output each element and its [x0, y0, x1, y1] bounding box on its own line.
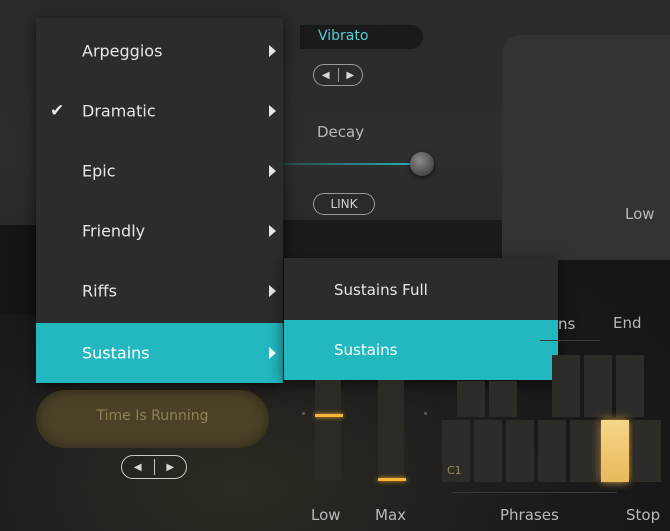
checkmark-icon: ✔	[50, 101, 65, 121]
key-lower[interactable]	[538, 420, 566, 482]
decay-slider-track[interactable]	[283, 163, 423, 165]
submenu-item-label: Sustains Full	[334, 281, 428, 299]
menu-item-dramatic[interactable]: ✔ Dramatic	[36, 81, 283, 141]
key-lower[interactable]	[570, 420, 598, 482]
menu-item-epic[interactable]: Epic	[36, 141, 283, 201]
key-upper[interactable]	[489, 381, 517, 417]
sustains-submenu: Sustains Full Sustains	[284, 258, 558, 380]
key-lower[interactable]	[633, 420, 661, 482]
key-upper[interactable]	[616, 355, 644, 417]
menu-item-label: Sustains	[82, 343, 150, 363]
menu-item-label: Friendly	[82, 221, 146, 241]
menu-item-label: Arpeggios	[82, 41, 163, 61]
decay-slider-knob[interactable]	[410, 152, 434, 176]
stepper-prev-icon[interactable]: ◀	[314, 70, 338, 81]
submenu-item-sustains[interactable]: Sustains	[284, 320, 558, 380]
menu-item-label: Riffs	[82, 281, 117, 301]
c1-label: C1	[447, 464, 462, 477]
stop-label: Stop	[626, 506, 661, 524]
max-fader[interactable]	[378, 380, 404, 480]
menu-item-label: Epic	[82, 161, 116, 181]
low-label-right: Low	[625, 205, 655, 223]
submenu-item-label: Sustains	[334, 341, 398, 359]
link-button[interactable]: LINK	[313, 193, 375, 215]
menu-item-sustains[interactable]: Sustains	[36, 323, 283, 383]
max-label: Max	[375, 506, 407, 524]
vibrato-selector[interactable]: Vibrato	[300, 25, 423, 49]
max-fader-level	[378, 478, 406, 481]
menu-item-arpeggios[interactable]: Arpeggios	[36, 21, 283, 81]
vibrato-stepper[interactable]: ◀ ▶	[313, 64, 363, 86]
panel-shadow-mid	[270, 220, 510, 260]
end-label: End	[613, 314, 642, 332]
decay-label: Decay	[317, 123, 365, 141]
fader-dot	[424, 412, 427, 415]
key-upper[interactable]	[457, 381, 485, 417]
submenu-arrow-icon	[269, 45, 276, 57]
submenu-arrow-icon	[269, 105, 276, 117]
time-is-running-label: Time Is Running	[96, 408, 209, 424]
submenu-item-sustains-full[interactable]: Sustains Full	[284, 260, 558, 320]
key-upper[interactable]	[552, 355, 580, 417]
menu-item-label: Dramatic	[82, 101, 156, 121]
key-lower[interactable]	[506, 420, 534, 482]
header-divider	[540, 340, 600, 341]
time-is-running-button[interactable]: Time Is Running	[36, 390, 269, 448]
sequencer-column-label: ns	[558, 315, 576, 333]
key-lower[interactable]	[474, 420, 502, 482]
preset-stepper[interactable]: ◀ ▶	[121, 455, 187, 479]
key-lower-active[interactable]	[601, 420, 629, 482]
menu-item-riffs[interactable]: Riffs	[36, 261, 283, 321]
fader-dot	[302, 412, 305, 415]
submenu-arrow-icon	[269, 165, 276, 177]
submenu-arrow-icon	[269, 285, 276, 297]
stepper-next-icon[interactable]: ▶	[339, 70, 363, 81]
vibrato-label: Vibrato	[318, 28, 369, 44]
preset-category-menu: Arpeggios ✔ Dramatic Epic Friendly Riffs…	[36, 18, 283, 383]
stepper-prev-icon[interactable]: ◀	[122, 462, 154, 473]
submenu-arrow-icon	[269, 347, 276, 359]
submenu-arrow-icon	[269, 225, 276, 237]
low-fader-level	[315, 414, 343, 417]
right-panel	[502, 35, 670, 260]
menu-item-friendly[interactable]: Friendly	[36, 201, 283, 261]
key-upper[interactable]	[584, 355, 612, 417]
phrases-label: Phrases	[500, 506, 559, 524]
stepper-next-icon[interactable]: ▶	[155, 462, 187, 473]
low-label: Low	[311, 506, 341, 524]
low-fader[interactable]	[315, 380, 341, 480]
phrases-divider	[452, 492, 617, 493]
